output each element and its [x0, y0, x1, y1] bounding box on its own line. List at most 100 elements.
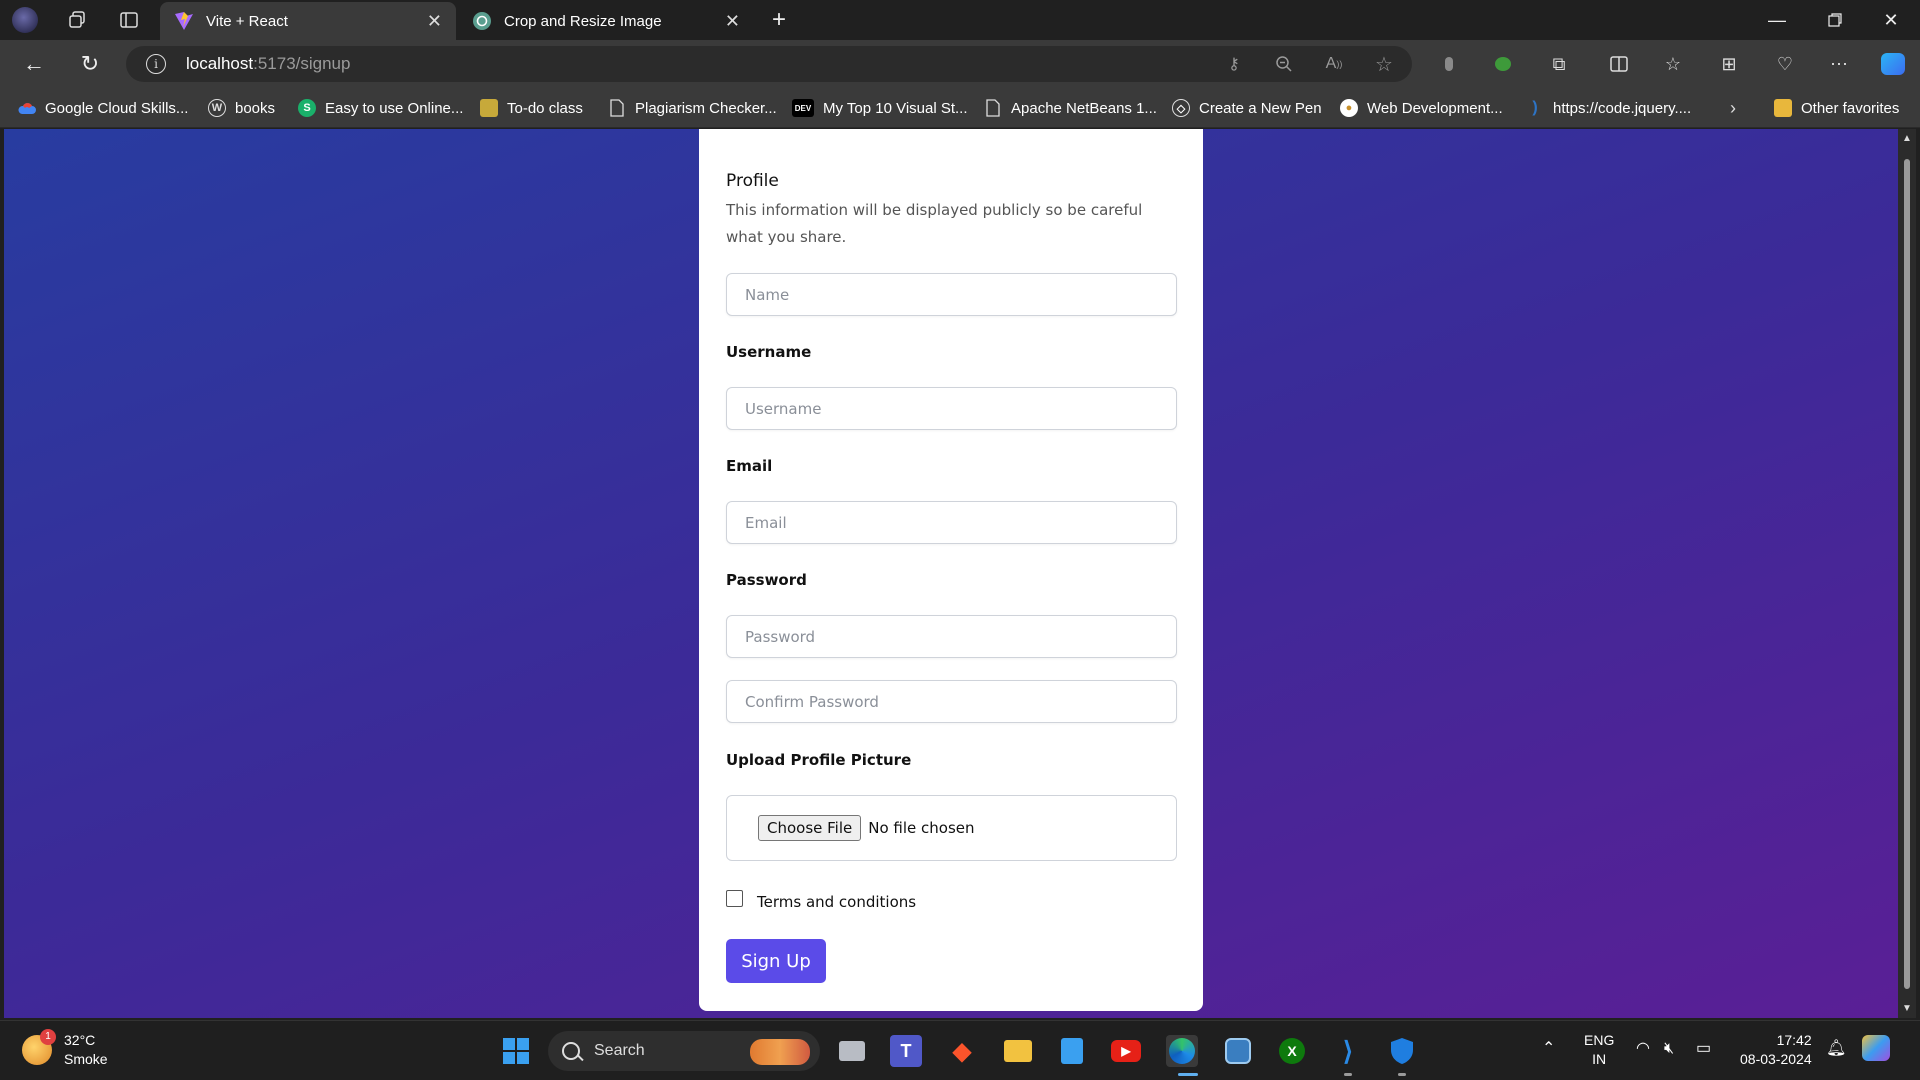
codepen-icon: ◇	[1172, 99, 1190, 117]
zoom-out-icon[interactable]	[1272, 54, 1296, 74]
scroll-thumb[interactable]	[1904, 159, 1910, 989]
scroll-down-icon[interactable]: ▼	[1901, 1003, 1913, 1014]
teams-icon[interactable]: T	[890, 1035, 922, 1067]
upload-label: Upload Profile Picture	[726, 751, 912, 769]
refresh-icon[interactable]: ↻	[72, 48, 108, 80]
settings-more-icon[interactable]: ⋯	[1826, 52, 1852, 76]
url-text[interactable]: localhost:5173/signup	[186, 54, 350, 74]
scroll-up-icon[interactable]: ▲	[1901, 133, 1913, 144]
read-aloud-icon[interactable]: A))	[1322, 54, 1346, 74]
close-tab-icon[interactable]: ✕	[427, 11, 442, 32]
battery-icon[interactable]: ▭	[1696, 1039, 1711, 1058]
vscode-icon[interactable]: ⟩	[1332, 1035, 1364, 1067]
favorites-list-icon[interactable]: ☆	[1660, 52, 1686, 76]
split-screen-icon[interactable]	[1606, 52, 1632, 76]
tab-title: Vite + React	[206, 12, 288, 30]
copilot-icon[interactable]	[1880, 52, 1906, 76]
fav-books[interactable]: W books	[208, 97, 275, 119]
tab-crop-resize[interactable]: Crop and Resize Image ✕	[458, 2, 754, 40]
task-view-icon[interactable]	[836, 1035, 868, 1067]
fav-dev-to[interactable]: DEV My Top 10 Visual St...	[792, 97, 968, 119]
tab-vite-react[interactable]: Vite + React ✕	[160, 2, 456, 40]
show-hidden-icons-chevron[interactable]: ⌃	[1542, 1039, 1555, 1058]
folder-icon	[1774, 99, 1792, 117]
fav-label: Easy to use Online...	[325, 99, 464, 117]
password-input[interactable]	[726, 615, 1177, 658]
taskbar-search[interactable]: Search	[548, 1031, 820, 1071]
wifi-icon[interactable]: ◠	[1636, 1039, 1650, 1058]
language-code: ENG	[1584, 1032, 1615, 1048]
sign-up-button[interactable]: Sign Up	[726, 939, 826, 983]
brave-icon[interactable]: ◆	[946, 1035, 978, 1067]
browser-title-bar: Vite + React ✕ Crop and Resize Image ✕ +…	[0, 0, 1920, 40]
more-favorites-chevron-icon[interactable]: ›	[1730, 97, 1736, 119]
username-input[interactable]	[726, 387, 1177, 430]
page-icon	[608, 99, 626, 117]
profile-description: This information will be displayed publi…	[726, 201, 1143, 246]
vite-logo-icon	[175, 12, 193, 30]
tree-extension-icon[interactable]	[1490, 52, 1516, 76]
site-info-icon[interactable]: i	[146, 54, 166, 74]
fav-jquery[interactable]: ) https://code.jquery....	[1526, 97, 1691, 119]
xbox-icon[interactable]: X	[1276, 1035, 1308, 1067]
restore-icon[interactable]	[1806, 0, 1864, 40]
notepad-icon[interactable]	[1056, 1035, 1088, 1067]
collections-icon[interactable]: ⊞	[1716, 52, 1742, 76]
fav-label: Web Development...	[1367, 99, 1503, 117]
tab-title: Crop and Resize Image	[504, 12, 662, 30]
page-scrollbar[interactable]: ▲ ▼	[1898, 129, 1916, 1018]
fav-easy-online[interactable]: S Easy to use Online...	[298, 97, 463, 119]
terms-label: Terms and conditions	[757, 893, 917, 911]
minimize-icon[interactable]: —	[1748, 0, 1806, 40]
file-explorer-icon[interactable]	[1002, 1035, 1034, 1067]
fav-codepen[interactable]: ◇ Create a New Pen	[1172, 97, 1322, 119]
terms-checkbox[interactable]	[726, 889, 743, 907]
defender-icon[interactable]	[1386, 1035, 1418, 1067]
fav-netbeans[interactable]: Apache NetBeans 1...	[984, 97, 1157, 119]
browser-toolbar: ← ↻ i localhost:5173/signup ⚷ A)) ☆ ⧉ ☆ …	[0, 40, 1920, 88]
weather-temperature: 32°C	[64, 1032, 96, 1048]
fav-label: Other favorites	[1801, 99, 1900, 117]
fav-plagiarism[interactable]: Plagiarism Checker...	[608, 97, 777, 119]
copilot-taskbar-icon[interactable]	[1862, 1035, 1890, 1061]
chatgpt-icon	[473, 12, 491, 30]
key-icon[interactable]: ⚷	[1222, 54, 1246, 74]
fav-web-dev[interactable]: ● Web Development...	[1340, 97, 1503, 119]
close-window-icon[interactable]: ✕	[1862, 0, 1920, 40]
close-tab-icon[interactable]: ✕	[725, 11, 740, 32]
url-host: localhost	[186, 54, 254, 73]
workspaces-icon[interactable]	[62, 6, 92, 34]
language-indicator[interactable]: ENG IN	[1584, 1031, 1614, 1069]
back-arrow-icon[interactable]: ←	[16, 48, 52, 80]
edge-icon[interactable]	[1166, 1035, 1198, 1067]
profile-avatar[interactable]	[10, 6, 40, 34]
address-bar[interactable]: i localhost:5173/signup ⚷ A)) ☆	[126, 46, 1412, 82]
fav-other-favorites[interactable]: Other favorites	[1774, 97, 1899, 119]
notification-bell-icon[interactable]: 🔔︎	[1826, 1039, 1846, 1058]
confirm-password-input[interactable]	[726, 680, 1177, 723]
fav-label: Apache NetBeans 1...	[1011, 99, 1157, 117]
fav-label: https://code.jquery....	[1553, 99, 1692, 117]
favorites-bar: Google Cloud Skills... W books S Easy to…	[0, 88, 1920, 128]
clock[interactable]: 17:42 08-03-2024	[1740, 1031, 1812, 1069]
fav-google-cloud[interactable]: Google Cloud Skills...	[18, 97, 188, 119]
defender-active-indicator	[1398, 1073, 1406, 1076]
new-tab-icon[interactable]: +	[764, 6, 794, 34]
volume-muted-icon[interactable]: 🔇︎	[1664, 1039, 1674, 1058]
profile-heading: Profile	[726, 171, 779, 191]
browser-essentials-icon[interactable]: ♡	[1772, 52, 1798, 76]
weather-widget[interactable]: 1 32°C Smoke	[22, 1029, 108, 1069]
windows-start-icon[interactable]	[500, 1035, 532, 1067]
vertical-tabs-icon[interactable]	[114, 6, 144, 34]
youtube-icon[interactable]: ▶	[1110, 1035, 1142, 1067]
extension-dot-icon[interactable]	[1436, 52, 1462, 76]
fav-todo-class[interactable]: To-do class	[480, 97, 583, 119]
email-input[interactable]	[726, 501, 1177, 544]
extensions-puzzle-icon[interactable]: ⧉	[1546, 52, 1572, 76]
photos-icon[interactable]	[1222, 1035, 1254, 1067]
fav-label: Create a New Pen	[1199, 99, 1322, 117]
fav-label: Plagiarism Checker...	[635, 99, 777, 117]
favorite-star-icon[interactable]: ☆	[1372, 54, 1396, 76]
choose-file-button[interactable]: Choose File	[758, 815, 862, 841]
name-input[interactable]	[726, 273, 1177, 316]
